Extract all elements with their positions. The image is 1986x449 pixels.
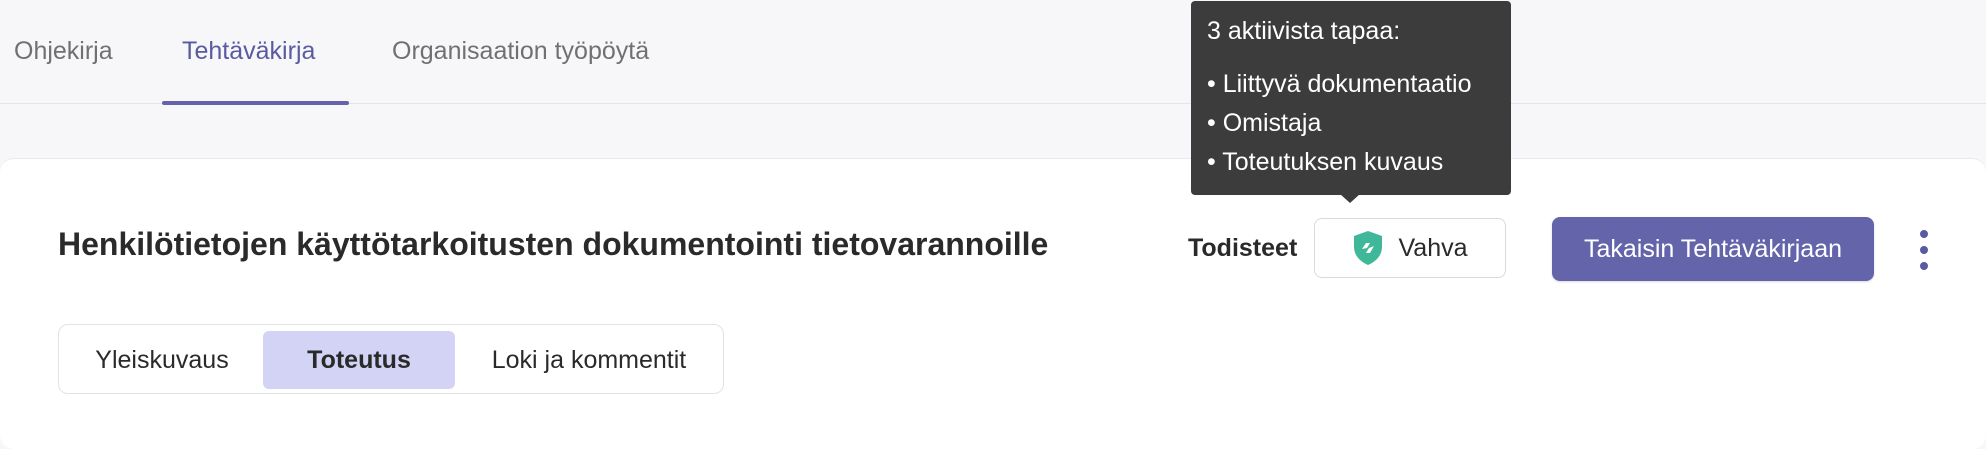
tooltip-item: • Omistaja (1207, 104, 1495, 143)
page-title: Henkilötietojen käyttötarkoitusten dokum… (58, 226, 1049, 262)
tooltip-item-label: Liittyvä dokumentaatio (1222, 70, 1472, 98)
tooltip-item-label: Toteutuksen kuvaus (1222, 148, 1444, 176)
bullet: • (1207, 70, 1216, 98)
kebab-menu-icon[interactable] (1912, 230, 1936, 270)
evidence-label: Todisteet (1188, 234, 1298, 262)
tab-loki-ja-kommentit[interactable]: Loki ja kommentit (461, 331, 717, 389)
shield-icon (1354, 231, 1383, 265)
nav-tab-organisaation-tyopoyta[interactable]: Organisaation työpöytä (392, 0, 649, 103)
tooltip-item-label: Omistaja (1222, 109, 1322, 137)
kebab-dot (1920, 246, 1928, 254)
sub-tab-group: Yleiskuvaus Toteutus Loki ja kommentit (58, 324, 724, 394)
evidence-strength-chip[interactable]: Vahva (1314, 218, 1506, 278)
active-tab-indicator (162, 101, 349, 105)
top-navigation: Ohjekirja Tehtäväkirja Organisaation työ… (0, 0, 1986, 105)
bullet: • (1207, 109, 1216, 137)
tooltip-item: • Toteutuksen kuvaus (1207, 143, 1495, 182)
bullet: • (1207, 148, 1216, 176)
nav-tab-ohjekirja[interactable]: Ohjekirja (14, 0, 113, 103)
tooltip-arrow (1340, 194, 1360, 203)
content-card (0, 158, 1986, 449)
kebab-dot (1920, 262, 1928, 270)
tooltip-heading: 3 aktiivista tapaa: (1207, 17, 1401, 45)
evidence-strength-value: Vahva (1398, 233, 1468, 262)
nav-tab-tehtavakirja[interactable]: Tehtäväkirja (182, 0, 315, 103)
evidence-tooltip: 3 aktiivista tapaa: • Liittyvä dokumenta… (1191, 1, 1511, 195)
tab-toteutus[interactable]: Toteutus (263, 331, 455, 389)
tab-yleiskuvaus[interactable]: Yleiskuvaus (67, 331, 257, 389)
tooltip-item: • Liittyvä dokumentaatio (1207, 65, 1495, 104)
kebab-dot (1920, 230, 1928, 238)
back-to-taskbook-button[interactable]: Takaisin Tehtäväkirjaan (1552, 217, 1874, 281)
